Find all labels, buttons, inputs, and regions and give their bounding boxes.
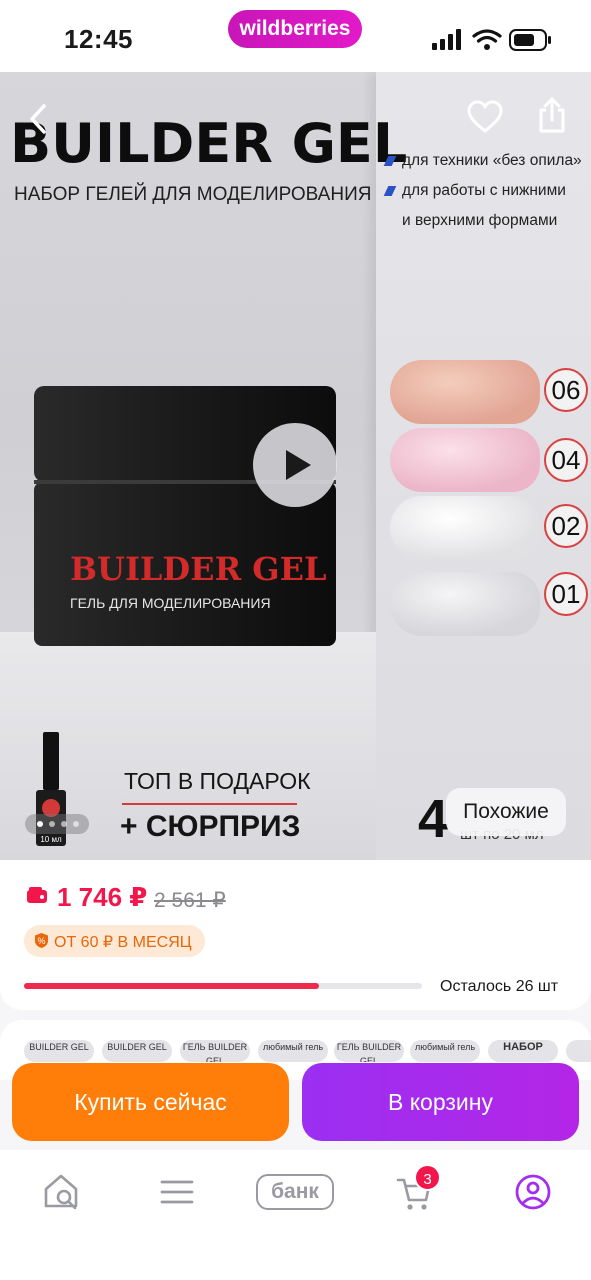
profile-icon[interactable] — [514, 1172, 552, 1212]
clock: 12:45 — [64, 24, 133, 54]
bottle-label: 10 мл — [40, 835, 62, 844]
wifi-icon — [472, 29, 502, 43]
gift-text: ТОП В ПОДАРОК — [124, 768, 311, 794]
shield-percent-icon: % — [35, 933, 48, 948]
gift-underline — [122, 803, 297, 805]
variant-thumbnail[interactable]: BUILDER GEL — [24, 1040, 94, 1062]
pagination-dot[interactable] — [37, 821, 43, 827]
battery-icon — [509, 29, 551, 51]
shade-swatch — [390, 360, 540, 424]
buy-now-button[interactable]: Купить сейчас — [12, 1063, 289, 1141]
variant-thumbnail[interactable]: НА — [566, 1040, 591, 1062]
play-icon — [286, 450, 311, 480]
jar-sublabel: ГЕЛЬ ДЛЯ МОДЕЛИРОВАНИЯ — [70, 595, 271, 611]
signal-icon — [432, 43, 437, 50]
wallet-icon — [27, 887, 47, 903]
home-search-icon[interactable] — [42, 1172, 80, 1212]
similar-button[interactable]: Похожие — [446, 788, 566, 836]
add-to-cart-button[interactable]: В корзину — [302, 1063, 579, 1141]
hero-title: BUILDER GEL — [10, 112, 408, 175]
brand-pill[interactable]: wildberries — [228, 10, 362, 48]
shade-number: 01 — [544, 572, 588, 616]
back-arrow-icon[interactable] — [24, 102, 52, 136]
jar-label: BUILDER GEL — [70, 550, 327, 588]
stock-remaining: Осталось 26 шт — [440, 978, 559, 995]
shade-number: 06 — [544, 368, 588, 412]
hero-subtitle: НАБОР ГЕЛЕЙ ДЛЯ МОДЕЛИРОВАНИЯ — [14, 184, 372, 205]
shade-number: 04 — [544, 438, 588, 482]
shade-swatch — [390, 572, 540, 636]
shade-number: 02 — [544, 504, 588, 548]
svg-text:%: % — [37, 936, 45, 946]
bottom-tab-bar — [0, 1150, 591, 1280]
favorite-heart-icon[interactable] — [466, 100, 504, 134]
feature-line: и верхними формами — [402, 212, 558, 229]
current-price: 1 746 ₽ — [57, 882, 148, 912]
shade-swatch — [390, 428, 540, 492]
play-video-button[interactable] — [253, 423, 337, 507]
feature-line: для работы с нижними — [402, 182, 566, 199]
variant-thumbnail[interactable]: ГЕЛЬ BUILDER GEL — [180, 1040, 250, 1062]
surprise-text: + СЮРПРИЗ — [120, 810, 301, 843]
variant-thumbnail[interactable]: BUILDER GEL — [102, 1040, 172, 1062]
installment-text: ОТ 60 ₽ В МЕСЯЦ — [54, 934, 192, 951]
cart-count-badge: 3 — [414, 1164, 441, 1191]
pagination-dot[interactable] — [73, 821, 79, 827]
status-bar: 12:45 wildberries — [0, 0, 591, 72]
old-price: 2 561 ₽ — [154, 889, 226, 912]
set-count: 4 — [418, 789, 449, 849]
pagination-dot[interactable] — [61, 821, 67, 827]
variant-thumbnail[interactable]: любимый гель — [410, 1040, 480, 1062]
pagination-dot[interactable] — [49, 821, 55, 827]
shade-swatch — [390, 496, 540, 560]
gallery-pagination[interactable] — [25, 814, 89, 834]
variant-thumbnail[interactable]: ГЕЛЬ BUILDER GEL — [334, 1040, 404, 1062]
stock-progress-fill — [24, 983, 319, 989]
catalog-menu-icon[interactable] — [160, 1172, 194, 1212]
share-icon[interactable] — [536, 96, 568, 134]
system-icons — [432, 29, 551, 51]
stock-progress — [24, 983, 422, 989]
variant-thumbnail[interactable]: НАБОР — [488, 1040, 558, 1062]
variant-thumbnail[interactable]: любимый гель — [258, 1040, 328, 1062]
feature-line: для техники «без опила» — [402, 152, 582, 169]
bank-tab[interactable]: банк — [256, 1174, 334, 1210]
product-gallery[interactable]: BUILDER GEL НАБОР ГЕЛЕЙ ДЛЯ МОДЕЛИРОВАНИ… — [0, 72, 591, 860]
